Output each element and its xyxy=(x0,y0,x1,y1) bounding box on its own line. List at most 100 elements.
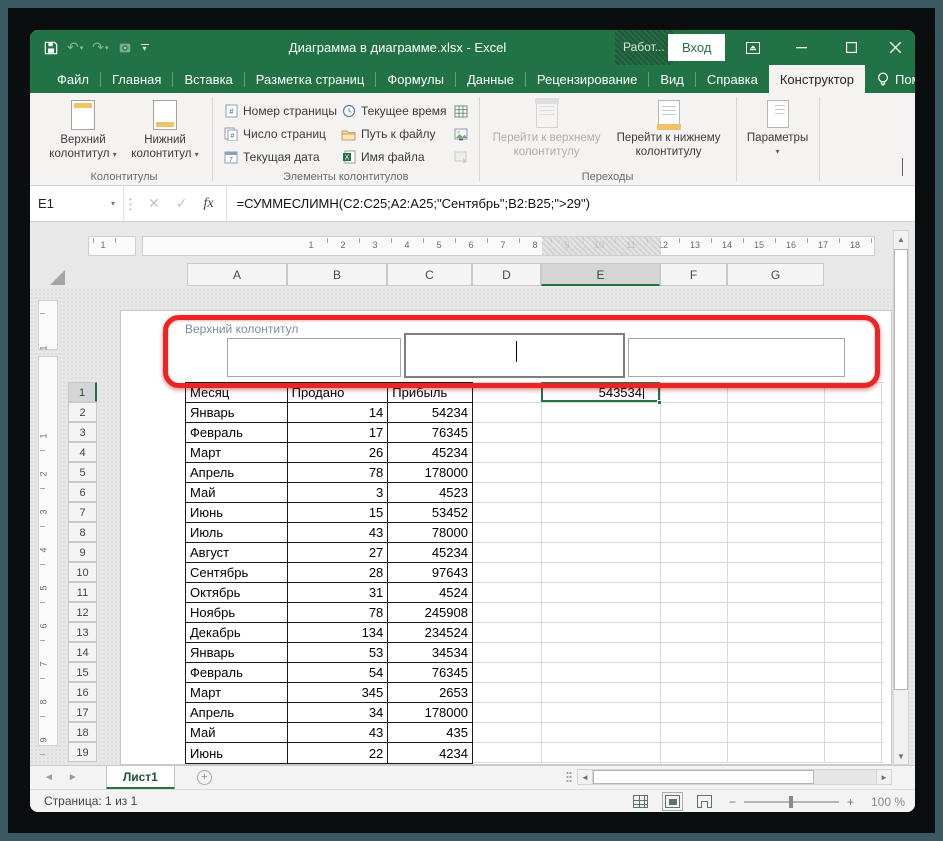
cell[interactable]: 78 xyxy=(288,603,389,622)
cell[interactable]: 45234 xyxy=(388,543,472,562)
cell[interactable]: Декабрь xyxy=(186,623,288,642)
row-header-15[interactable]: 15 xyxy=(68,662,97,682)
cell[interactable]: 54234 xyxy=(388,403,472,422)
row-header-6[interactable]: 6 xyxy=(68,482,97,502)
next-sheet-icon[interactable]: ► xyxy=(68,772,78,783)
cell[interactable]: 53 xyxy=(288,643,389,662)
cell[interactable]: Октябрь xyxy=(186,583,288,602)
column-header-D[interactable]: D xyxy=(472,263,541,286)
enter-icon[interactable]: ✓ xyxy=(176,195,188,212)
cell[interactable]: Февраль xyxy=(186,423,288,442)
goto-footer-button[interactable]: Перейти к нижнему колонтитулу xyxy=(608,97,730,160)
row-header-12[interactable]: 12 xyxy=(68,602,97,622)
column-header-F[interactable]: F xyxy=(660,263,727,286)
row-header-9[interactable]: 9 xyxy=(68,542,97,562)
cell[interactable]: 17 xyxy=(288,423,389,442)
column-header-A[interactable]: A xyxy=(187,263,287,286)
cell[interactable]: Ноябрь xyxy=(186,603,288,622)
cell[interactable]: Февраль xyxy=(186,663,288,682)
normal-view-icon[interactable] xyxy=(632,795,648,808)
sheet-tab-list1[interactable]: Лист1 xyxy=(105,766,175,789)
cell[interactable]: 53452 xyxy=(388,503,472,522)
cell[interactable]: 245908 xyxy=(388,603,472,622)
page-layout-view-icon[interactable] xyxy=(661,792,683,811)
cancel-icon[interactable]: ✕ xyxy=(148,195,160,212)
cell[interactable]: 34534 xyxy=(388,643,472,662)
cell[interactable]: Июль xyxy=(186,523,288,542)
cell[interactable]: Месяц xyxy=(186,383,288,402)
column-header-C[interactable]: C xyxy=(387,263,472,286)
header-left-section[interactable] xyxy=(227,338,401,377)
cell[interactable]: 97643 xyxy=(388,563,472,582)
cell[interactable]: 78 xyxy=(288,463,389,482)
footer-button[interactable]: Нижний колонтитул ▾ xyxy=(124,97,206,162)
scroll-right-icon[interactable]: ► xyxy=(876,769,892,785)
formula-input[interactable]: =СУММЕСЛИМН(C2:C25;A2:A25;"Сентябрь";B2:… xyxy=(227,186,915,221)
cell[interactable]: 345 xyxy=(288,683,389,702)
cell[interactable]: 26 xyxy=(288,443,389,462)
cell[interactable]: 31 xyxy=(288,583,389,602)
row-header-11[interactable]: 11 xyxy=(68,582,97,602)
horizontal-scrollbar[interactable]: ◄ ► xyxy=(577,769,892,785)
cell[interactable]: Май xyxy=(186,483,288,502)
header-right-section[interactable] xyxy=(628,338,845,377)
ribbon-display-options-icon[interactable] xyxy=(731,30,775,65)
zoom-slider[interactable] xyxy=(743,795,839,808)
cell[interactable]: Август xyxy=(186,543,288,562)
cell[interactable]: Сентябрь xyxy=(186,563,288,582)
formula-bar-resize-handle[interactable] xyxy=(124,186,136,221)
ribbon-tab-4[interactable]: Формулы xyxy=(376,65,455,93)
column-header-B[interactable]: B xyxy=(287,263,387,286)
cell[interactable]: 76345 xyxy=(388,423,472,442)
row-header-4[interactable]: 4 xyxy=(68,442,97,462)
cell[interactable]: Январь xyxy=(186,643,288,662)
cell[interactable]: 4234 xyxy=(388,743,472,763)
ribbon-tab-7[interactable]: Вид xyxy=(649,65,695,93)
select-all-corner[interactable] xyxy=(50,270,65,285)
name-box[interactable]: E1 ▾ xyxy=(30,186,124,221)
ribbon-tab-5[interactable]: Данные xyxy=(456,65,525,93)
current-date-button[interactable]: 7 Текущая дата xyxy=(223,147,337,167)
cell[interactable]: 178000 xyxy=(388,463,472,482)
assistant-tab[interactable]: Помощн xyxy=(865,65,915,93)
ribbon-tab-9[interactable]: Конструктор xyxy=(768,65,865,93)
maximize-icon[interactable] xyxy=(829,30,873,65)
file-name-button[interactable]: X Имя файла xyxy=(341,147,447,167)
cell[interactable]: 22 xyxy=(288,743,389,763)
scroll-down-icon[interactable]: ▼ xyxy=(894,748,908,764)
minimize-icon[interactable] xyxy=(779,30,823,65)
page-break-view-icon[interactable] xyxy=(696,795,712,808)
row-header-10[interactable]: 10 xyxy=(68,562,97,582)
row-header-1[interactable]: 1 xyxy=(68,382,97,402)
file-path-button[interactable]: Путь к файлу xyxy=(341,124,447,144)
cell[interactable]: 34 xyxy=(288,703,389,722)
cell[interactable]: Апрель xyxy=(186,463,288,482)
cell[interactable]: Июнь xyxy=(186,503,288,522)
cell[interactable]: Март xyxy=(186,683,288,702)
zoom-out-icon[interactable]: − xyxy=(729,795,736,809)
column-header-G[interactable]: G xyxy=(727,263,824,286)
vertical-scroll-thumb[interactable] xyxy=(894,249,908,690)
format-picture-button[interactable] xyxy=(453,147,469,167)
page-count-button[interactable]: # Число страниц xyxy=(223,124,337,144)
scroll-up-icon[interactable]: ▲ xyxy=(894,231,908,247)
insert-function-icon[interactable]: fx xyxy=(203,196,213,212)
cell[interactable]: Продано xyxy=(288,383,389,402)
cell[interactable]: 28 xyxy=(288,563,389,582)
cell[interactable]: Апрель xyxy=(186,703,288,722)
cell[interactable]: Январь xyxy=(186,403,288,422)
collapse-ribbon-icon[interactable] xyxy=(902,158,903,177)
cell[interactable]: 4523 xyxy=(388,483,472,502)
fill-handle[interactable] xyxy=(657,400,662,405)
cell[interactable]: 54 xyxy=(288,663,389,682)
cell[interactable]: 15 xyxy=(288,503,389,522)
vertical-scrollbar[interactable]: ▲ ▼ xyxy=(893,230,909,765)
scroll-left-icon[interactable]: ◄ xyxy=(577,769,593,785)
picture-button[interactable] xyxy=(453,124,469,144)
goto-header-button[interactable]: Перейти к верхнему колонтитулу xyxy=(486,97,608,160)
cell[interactable]: 178000 xyxy=(388,703,472,722)
cell[interactable]: 2653 xyxy=(388,683,472,702)
cell[interactable]: Июнь xyxy=(186,743,288,763)
horizontal-scroll-thumb[interactable] xyxy=(593,770,814,784)
name-box-dropdown-icon[interactable]: ▾ xyxy=(111,199,115,208)
